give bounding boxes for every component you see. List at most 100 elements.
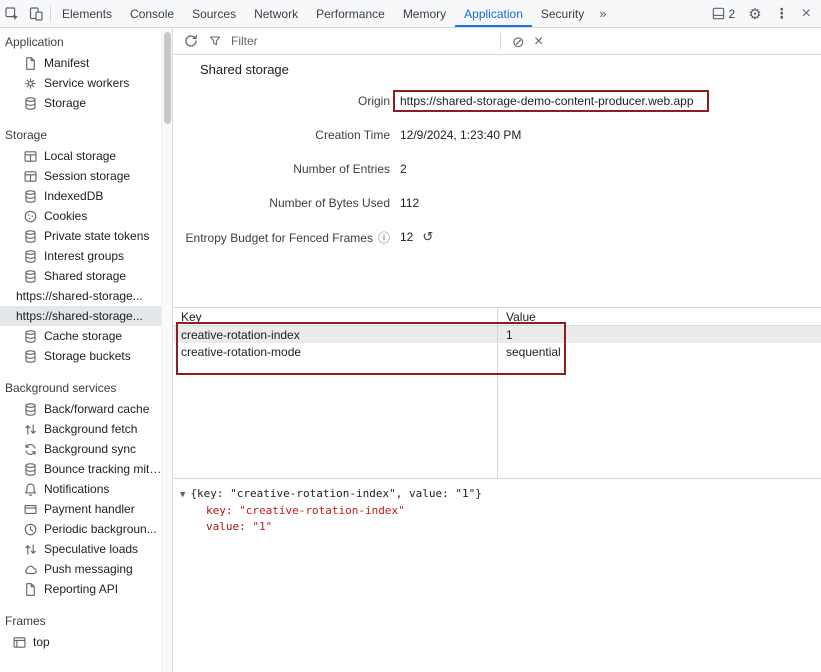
item-label: Notifications <box>44 482 109 496</box>
sidebar-scrollbar[interactable] <box>161 28 172 672</box>
badge-count: 2 <box>729 7 736 21</box>
database-icon <box>23 402 38 417</box>
cloud-icon <box>23 562 38 577</box>
sidebar-item-service-workers[interactable]: Service workers <box>0 73 162 93</box>
settings-gear-icon[interactable]: ⚙ <box>748 5 761 23</box>
service-worker-icon <box>23 76 38 91</box>
sidebar-item-background-sync[interactable]: Background sync <box>0 439 162 459</box>
tab-application[interactable]: Application <box>455 0 532 27</box>
sidebar-item-local-storage[interactable]: Local storage <box>0 146 162 166</box>
delete-selected-icon[interactable]: × <box>534 28 543 55</box>
section-header-application[interactable]: Application <box>0 32 162 53</box>
sidebar-item-cookies[interactable]: Cookies <box>0 206 162 226</box>
sidebar-item-bounce-tracking[interactable]: Bounce tracking miti... <box>0 459 162 479</box>
tab-performance[interactable]: Performance <box>307 0 394 27</box>
item-label: Cookies <box>44 209 87 223</box>
sidebar-item-notifications[interactable]: Notifications <box>0 479 162 499</box>
database-icon <box>23 269 38 284</box>
entropy-label-text: Entropy Budget for Fenced Frames <box>186 231 373 245</box>
panel-count-badge[interactable]: 2 <box>711 6 736 21</box>
refresh-icon[interactable] <box>183 33 199 49</box>
sidebar-item-storage[interactable]: Storage <box>0 93 162 113</box>
sidebar-item-shared-storage-origin-2[interactable]: https://shared-storage... <box>0 306 162 326</box>
sidebar-item-frame-top[interactable]: top <box>0 632 162 652</box>
document-icon <box>23 56 38 71</box>
expand-triangle-icon[interactable]: ▼ <box>180 490 185 500</box>
cell-key: creative-rotation-mode <box>174 345 498 359</box>
column-header-value[interactable]: Value <box>498 310 536 324</box>
info-icon[interactable]: ⓘ <box>378 231 390 245</box>
database-icon <box>23 349 38 364</box>
reset-budget-icon[interactable]: ↺ <box>422 229 433 244</box>
tab-elements[interactable]: Elements <box>53 0 121 27</box>
section-header-frames[interactable]: Frames <box>0 611 162 632</box>
sidebar-item-periodic-background-sync[interactable]: Periodic backgroun... <box>0 519 162 539</box>
tab-network[interactable]: Network <box>245 0 307 27</box>
more-tabs-icon[interactable]: » <box>593 0 612 27</box>
application-sidebar: Application Manifest Service workers Sto… <box>0 28 173 672</box>
sidebar-item-shared-storage[interactable]: Shared storage <box>0 266 162 286</box>
filter-input[interactable] <box>231 34 461 48</box>
item-label: Private state tokens <box>44 229 149 243</box>
item-label: Cache storage <box>44 329 122 343</box>
tab-label: Memory <box>403 7 446 21</box>
section-header-storage[interactable]: Storage <box>0 125 162 146</box>
up-down-arrows-icon <box>23 542 38 557</box>
column-divider[interactable] <box>497 308 498 478</box>
item-label: Speculative loads <box>44 542 138 556</box>
sidebar-item-reporting-api[interactable]: Reporting API <box>0 579 162 599</box>
sidebar-item-storage-buckets[interactable]: Storage buckets <box>0 346 162 366</box>
item-label: Local storage <box>44 149 116 163</box>
tab-console[interactable]: Console <box>121 0 183 27</box>
entropy-value-text: 12 <box>400 230 413 244</box>
delete-all-icon[interactable]: ⊘ <box>512 28 525 55</box>
item-label: Session storage <box>44 169 130 183</box>
tab-security[interactable]: Security <box>532 0 593 27</box>
column-header-key[interactable]: Key <box>174 310 498 324</box>
sidebar-item-private-state-tokens[interactable]: Private state tokens <box>0 226 162 246</box>
sidebar-item-indexeddb[interactable]: IndexedDB <box>0 186 162 206</box>
table-icon <box>23 169 38 184</box>
cell-value: sequential <box>498 345 561 359</box>
sidebar-item-background-fetch[interactable]: Background fetch <box>0 419 162 439</box>
toolbar-separator <box>50 6 51 22</box>
tab-label: Sources <box>192 7 236 21</box>
key-value-table: Key Value creative-rotation-index 1 crea… <box>174 307 821 479</box>
field-value-entries: 2 <box>400 162 407 176</box>
section-header-background-services[interactable]: Background services <box>0 378 162 399</box>
sidebar-item-back-forward-cache[interactable]: Back/forward cache <box>0 399 162 419</box>
tab-sources[interactable]: Sources <box>183 0 245 27</box>
property-name: value: <box>206 520 246 533</box>
device-toolbar-icon[interactable] <box>28 6 44 22</box>
field-value-bytes: 112 <box>400 196 419 210</box>
item-label: Back/forward cache <box>44 402 149 416</box>
overflow-menu-icon[interactable]: ⋮ <box>775 5 789 22</box>
sidebar-item-manifest[interactable]: Manifest <box>0 53 162 73</box>
sidebar-item-cache-storage[interactable]: Cache storage <box>0 326 162 346</box>
sidebar-item-push-messaging[interactable]: Push messaging <box>0 559 162 579</box>
preview-property-line: key: "creative-rotation-index" <box>180 503 821 519</box>
tab-label: Performance <box>316 7 385 21</box>
field-label-origin: Origin <box>174 94 390 108</box>
inspect-element-icon[interactable] <box>4 6 20 22</box>
item-label: Service workers <box>44 76 129 90</box>
item-label: Reporting API <box>44 582 118 596</box>
sidebar-item-interest-groups[interactable]: Interest groups <box>0 246 162 266</box>
item-label: Storage buckets <box>44 349 131 363</box>
payment-card-icon <box>23 502 38 517</box>
tab-memory[interactable]: Memory <box>394 0 455 27</box>
preview-summary-line: ▼ {key: "creative-rotation-index", value:… <box>180 486 821 503</box>
filter-funnel-icon[interactable] <box>208 34 222 48</box>
sidebar-item-session-storage[interactable]: Session storage <box>0 166 162 186</box>
sidebar-item-payment-handler[interactable]: Payment handler <box>0 499 162 519</box>
sidebar-item-speculative-loads[interactable]: Speculative loads <box>0 539 162 559</box>
shared-storage-panel: ⊘ × Shared storage Origin https://shared… <box>174 28 821 672</box>
preview-summary: {key: "creative-rotation-index", value: … <box>190 487 481 500</box>
tab-label: Security <box>541 7 584 21</box>
item-label: Interest groups <box>44 249 124 263</box>
tab-label: Elements <box>62 7 112 21</box>
close-devtools-icon[interactable]: × <box>802 5 811 23</box>
toolbar-divider <box>500 33 501 50</box>
sidebar-item-shared-storage-origin-1[interactable]: https://shared-storage... <box>0 286 162 306</box>
scrollbar-thumb[interactable] <box>164 32 171 124</box>
